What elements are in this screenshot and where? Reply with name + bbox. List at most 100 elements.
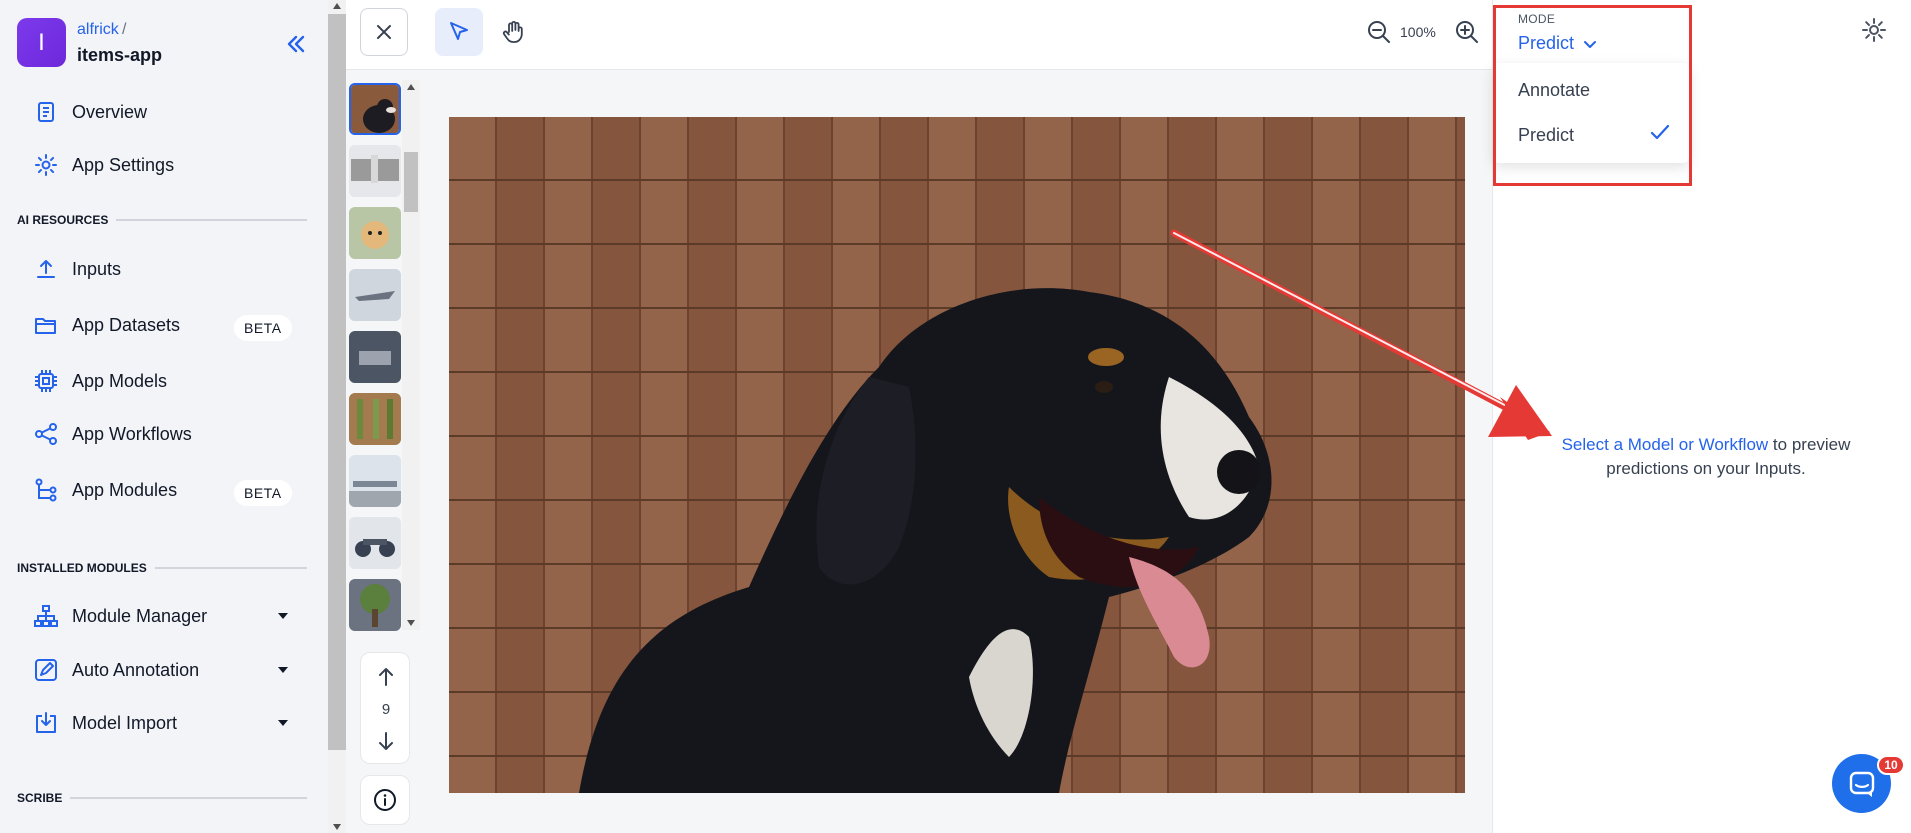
settings-button[interactable]	[1860, 16, 1888, 44]
arrow-up-icon	[379, 668, 393, 686]
sidebar-item-label: Inputs	[72, 258, 122, 279]
mode-option-annotate[interactable]: Annotate	[1518, 80, 1590, 101]
app-logo[interactable]: I	[17, 18, 66, 67]
scroll-up-arrow-icon[interactable]	[407, 84, 415, 90]
divider	[154, 567, 307, 569]
sidebar-item-overview[interactable]: Overview	[30, 92, 300, 132]
thumbnail-dark-scene[interactable]	[349, 331, 401, 383]
mode-label: MODE	[1518, 12, 1556, 26]
sidebar: I alfrick / items-app Overview App Setti…	[0, 0, 328, 833]
chat-icon	[1849, 771, 1874, 797]
thumbnail-plane-runway[interactable]	[349, 455, 401, 507]
sidebar-item-inputs[interactable]: Inputs	[30, 249, 300, 289]
select-tool-button[interactable]	[435, 8, 483, 56]
input-pager: 9	[360, 652, 410, 764]
section-heading-installed-modules: INSTALLED MODULES	[17, 561, 307, 575]
section-heading-scribe: SCRIBE	[17, 791, 307, 805]
mode-selected-value: Predict	[1518, 33, 1575, 53]
collapse-sidebar-button[interactable]	[282, 30, 310, 58]
chevron-down-icon	[1584, 40, 1597, 48]
mode-option-predict[interactable]: Predict	[1518, 125, 1574, 146]
scroll-down-arrow-icon[interactable]	[333, 824, 341, 830]
sidebar-item-auto-annotation[interactable]: Auto Annotation	[30, 650, 300, 690]
hierarchy-icon	[30, 600, 62, 632]
share-icon	[30, 418, 62, 450]
next-input-button[interactable]	[374, 729, 398, 753]
notification-badge: 10	[1877, 755, 1905, 775]
thumbnail-bottle[interactable]	[349, 145, 401, 197]
scroll-up-arrow-icon[interactable]	[333, 3, 341, 9]
checkmark-icon	[1649, 122, 1671, 144]
sidebar-scrollbar[interactable]	[328, 0, 346, 833]
edit-icon	[30, 654, 62, 686]
input-image[interactable]	[449, 117, 1465, 793]
pan-tool-button[interactable]	[490, 8, 538, 56]
gear-icon	[30, 149, 62, 181]
upload-icon	[30, 253, 62, 285]
breadcrumb-app-name[interactable]: items-app	[77, 45, 162, 66]
section-heading-label: AI RESOURCES	[17, 213, 109, 227]
divider	[70, 797, 307, 799]
thumbnail-cat[interactable]	[349, 207, 401, 259]
info-button[interactable]	[360, 775, 410, 825]
cursor-arrow-icon	[450, 22, 468, 40]
breadcrumb-user[interactable]: alfrick	[77, 21, 119, 39]
gear-icon	[1862, 18, 1886, 42]
sidebar-item-module-manager[interactable]: Module Manager	[30, 596, 300, 636]
arrow-down-icon	[379, 732, 393, 750]
sidebar-item-model-import[interactable]: Model Import	[30, 703, 300, 743]
branch-icon	[30, 474, 62, 506]
zoom-in-icon	[1456, 21, 1478, 43]
breadcrumb-separator: /	[122, 21, 127, 38]
caret-down-icon[interactable]	[278, 667, 288, 673]
thumbnail-airplane[interactable]	[349, 269, 401, 321]
select-model-workflow-link[interactable]: Select a Model or Workflow	[1562, 435, 1769, 454]
section-heading-ai-resources: AI RESOURCES	[17, 213, 307, 227]
caret-down-icon[interactable]	[278, 720, 288, 726]
scroll-down-arrow-icon[interactable]	[407, 620, 415, 626]
sidebar-item-label: App Workflows	[72, 423, 192, 444]
import-icon	[30, 707, 62, 739]
sidebar-item-label: Module Manager	[72, 605, 208, 626]
beta-badge: BETA	[234, 480, 292, 506]
document-icon	[30, 96, 62, 128]
sidebar-item-app-models[interactable]: App Models	[30, 361, 300, 401]
folder-icon	[30, 309, 62, 341]
thumbnail-forest[interactable]	[349, 393, 401, 445]
zoom-out-icon	[1368, 21, 1390, 43]
zoom-level: 100%	[1400, 24, 1436, 40]
scrollbar-thumb[interactable]	[328, 14, 346, 750]
sidebar-item-label: App Datasets	[72, 314, 181, 335]
sidebar-item-label: Model Import	[72, 712, 178, 733]
info-icon	[374, 789, 396, 811]
sidebar-item-app-workflows[interactable]: App Workflows	[30, 414, 300, 454]
scrollbar-thumb[interactable]	[404, 152, 418, 212]
divider	[116, 219, 307, 221]
double-chevron-left-icon	[287, 35, 305, 53]
thumbnail-tree[interactable]	[349, 579, 401, 631]
mode-select[interactable]: Predict	[1518, 33, 1598, 54]
thumbnail-dog[interactable]	[349, 83, 401, 135]
sidebar-item-label: App Settings	[72, 154, 175, 175]
hand-icon	[502, 21, 523, 43]
empty-state-message: Select a Model or Workflow to preview pr…	[1530, 433, 1882, 481]
section-heading-label: INSTALLED MODULES	[17, 561, 147, 575]
thumbnail-scrollbar[interactable]	[402, 80, 420, 630]
thumbnail-motorcycle[interactable]	[349, 517, 401, 569]
sidebar-item-label: App Modules	[72, 479, 178, 500]
close-icon	[377, 25, 391, 39]
pager-index: 9	[381, 701, 391, 718]
sidebar-item-app-settings[interactable]: App Settings	[30, 145, 300, 185]
mode-dropdown-menu: Annotate Predict	[1493, 63, 1689, 163]
sidebar-item-label: Overview	[72, 101, 148, 122]
sidebar-item-label: Auto Annotation	[72, 659, 200, 680]
zoom-out-button[interactable]	[1365, 18, 1393, 46]
chip-icon	[30, 365, 62, 397]
zoom-in-button[interactable]	[1453, 18, 1481, 46]
section-heading-label: SCRIBE	[17, 791, 63, 805]
caret-down-icon[interactable]	[278, 613, 288, 619]
previous-input-button[interactable]	[374, 665, 398, 689]
beta-badge: BETA	[234, 315, 292, 341]
sidebar-item-label: App Models	[72, 370, 168, 391]
close-button[interactable]	[360, 8, 408, 56]
